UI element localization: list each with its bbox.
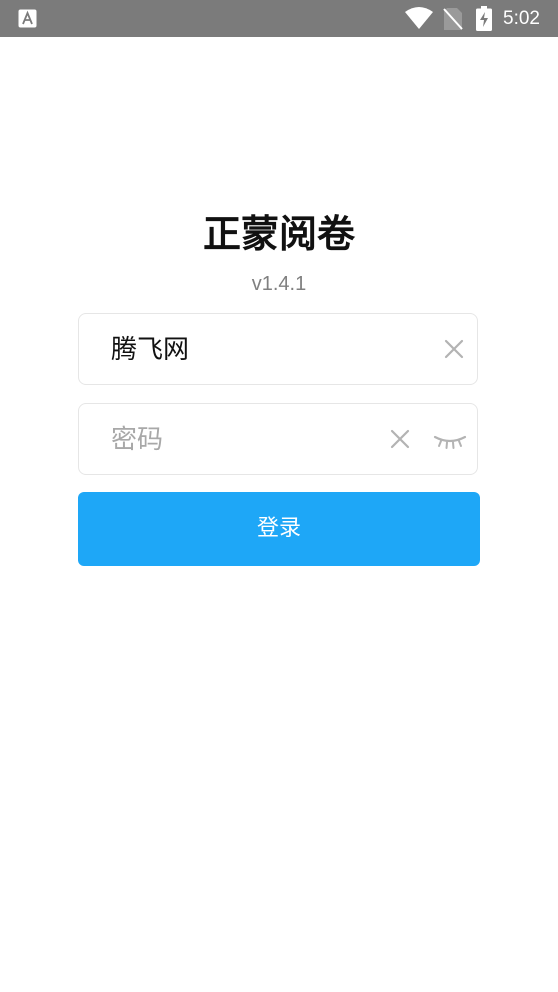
app-version: v1.4.1 (251, 273, 307, 295)
login-button[interactable]: 登录 (78, 492, 480, 566)
status-bar: 5:02 (0, 0, 558, 37)
clear-password-icon[interactable] (389, 428, 411, 450)
password-input[interactable] (109, 404, 403, 476)
clear-username-icon[interactable] (443, 338, 465, 360)
eye-closed-icon[interactable] (433, 432, 467, 450)
app-notification-icon (18, 9, 37, 28)
battery-charging-icon (476, 6, 492, 31)
app-title: 正蒙阅卷 (202, 212, 355, 256)
username-input[interactable] (109, 314, 403, 386)
status-time: 5:02 (503, 8, 540, 29)
username-field (78, 313, 478, 386)
no-sim-icon (443, 8, 463, 30)
password-field (78, 403, 478, 476)
wifi-icon (405, 7, 433, 29)
